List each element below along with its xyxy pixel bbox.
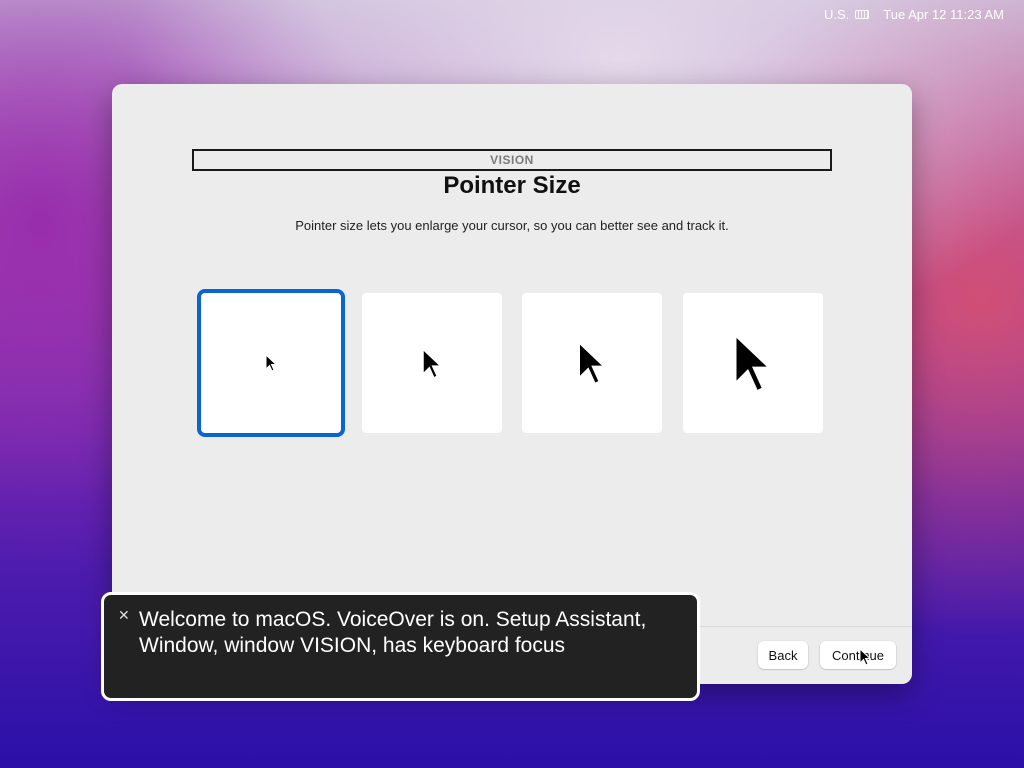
pointer-arrow-icon [577,339,608,387]
section-label: VISION [192,149,832,171]
pointer-arrow-icon [421,346,443,379]
voiceover-caption-text: Welcome to macOS. VoiceOver is on. Setup… [139,608,647,657]
page-description: Pointer size lets you enlarge your curso… [295,218,729,233]
input-source-label: U.S. [824,6,850,22]
pointer-size-option-medium[interactable] [362,293,502,433]
menubar-clock[interactable]: Tue Apr 12 11:23 AM [883,7,1004,22]
menu-bar: U.S. Tue Apr 12 11:23 AM [0,0,1024,28]
pointer-size-option-small[interactable] [197,289,345,437]
voiceover-caption-panel: ✕ Welcome to macOS. VoiceOver is on. Set… [101,592,700,701]
continue-button[interactable]: Continue [820,641,896,669]
pointer-arrow-icon [732,330,775,395]
page-title: Pointer Size [443,172,581,199]
pointer-arrow-icon [265,354,277,372]
mouse-pointer-icon [859,648,871,666]
back-button[interactable]: Back [758,641,808,669]
close-icon[interactable]: ✕ [118,607,130,624]
pointer-size-option-large[interactable] [522,293,662,433]
keyboard-icon [855,9,870,19]
pointer-size-option-extra-large[interactable] [683,293,823,433]
input-source-menu[interactable]: U.S. [824,6,870,22]
